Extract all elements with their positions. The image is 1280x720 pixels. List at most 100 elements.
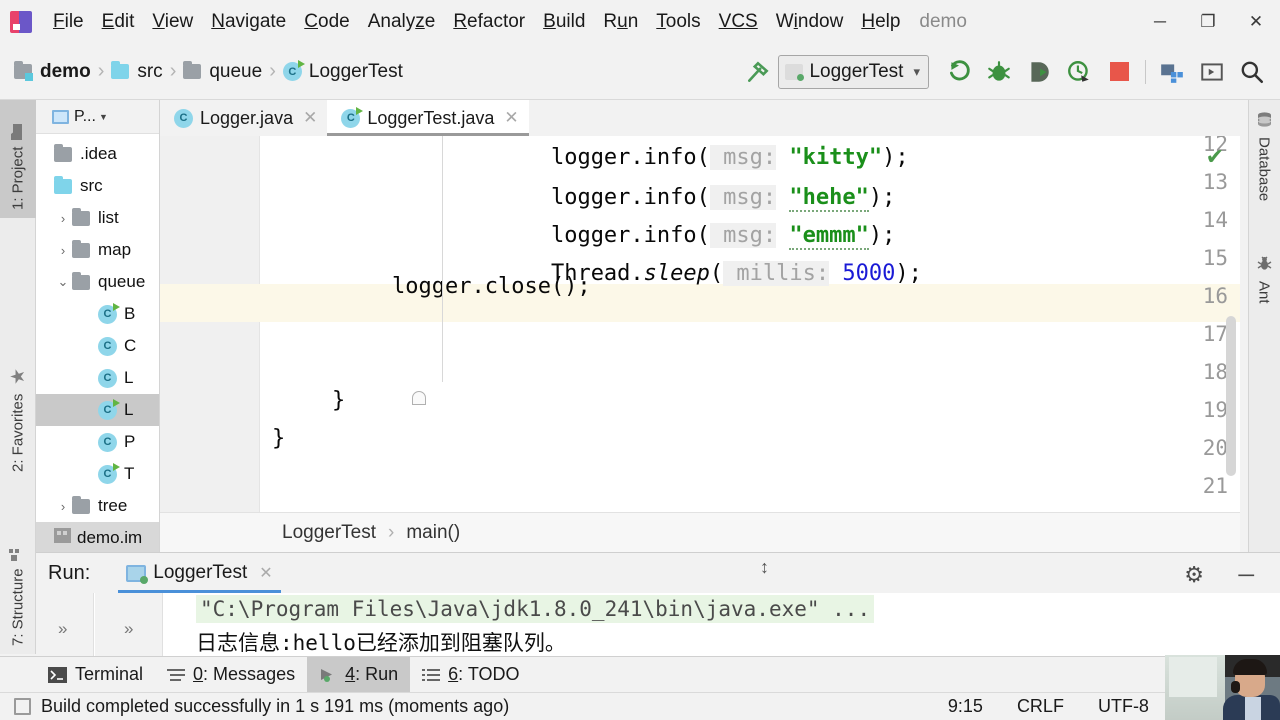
sidebar-item-database[interactable]: Database bbox=[1248, 106, 1280, 244]
show-console-icon[interactable] bbox=[1192, 52, 1232, 92]
chevron-right-icon[interactable]: › bbox=[54, 211, 72, 226]
run-tab-loggertest[interactable]: LoggerTest ✕ bbox=[118, 553, 282, 593]
tree-node-src[interactable]: › src bbox=[36, 170, 159, 202]
sidebar-item-structure[interactable]: 7: Structure bbox=[0, 508, 36, 654]
debug-icon[interactable] bbox=[979, 52, 1019, 92]
tab-logger-java[interactable]: C Logger.java ✕ bbox=[160, 100, 327, 136]
inspection-status-icon[interactable]: ✔ bbox=[1206, 144, 1224, 170]
file-encoding[interactable]: UTF-8 bbox=[1098, 696, 1149, 717]
run-panel-header: Run: LoggerTest ✕ ↕ ⚙ ─ bbox=[36, 553, 1280, 593]
tree-node-idea[interactable]: › .idea bbox=[36, 138, 159, 170]
menu-tools[interactable]: Tools bbox=[647, 9, 709, 35]
menu-bar: File Edit View Navigate Code Analyze Ref… bbox=[0, 0, 1280, 44]
chevron-right-icon[interactable]: › bbox=[54, 499, 72, 514]
sidebar-item-project[interactable]: 1: Project bbox=[0, 100, 36, 218]
toolwindow-todo[interactable]: 6: TODO bbox=[410, 657, 531, 693]
tree-node-class-loggertest[interactable]: C L bbox=[36, 394, 159, 426]
sidebar-item-favorites[interactable]: 2: Favorites ★ bbox=[0, 332, 36, 480]
tab-loggertest-java[interactable]: C LoggerTest.java ✕ bbox=[327, 100, 530, 136]
breadcrumb-class[interactable]: LoggerTest bbox=[282, 522, 376, 544]
code-line-20: } bbox=[160, 422, 1240, 460]
tree-node-class-t[interactable]: C T bbox=[36, 458, 159, 490]
window-project-name: demo bbox=[919, 11, 967, 32]
menu-analyze[interactable]: Analyze bbox=[359, 9, 445, 35]
tree-node-class-logger[interactable]: C L bbox=[36, 362, 159, 394]
project-panel-header[interactable]: P... ▼ bbox=[36, 100, 159, 134]
code-fold-marker[interactable] bbox=[412, 391, 426, 405]
close-icon[interactable]: ✕ bbox=[303, 108, 317, 128]
tree-node-queue[interactable]: ⌄ queue bbox=[36, 266, 159, 298]
close-icon[interactable]: ✕ bbox=[504, 108, 518, 128]
close-button[interactable]: ✕ bbox=[1232, 0, 1280, 44]
run-configuration-selector[interactable]: LoggerTest ▾ bbox=[778, 54, 929, 89]
chevron-down-icon: ▾ bbox=[913, 63, 920, 79]
breadcrumb-item-loggertest[interactable]: C LoggerTest bbox=[282, 60, 403, 83]
code-line-19: } bbox=[160, 384, 1240, 422]
toolwindow-terminal[interactable]: Terminal bbox=[36, 657, 155, 693]
ide-window: File Edit View Navigate Code Analyze Ref… bbox=[0, 0, 1280, 720]
folder-project-icon bbox=[14, 61, 33, 81]
editor-scrollbar[interactable] bbox=[1226, 316, 1236, 476]
menu-refactor[interactable]: Refactor bbox=[444, 9, 534, 35]
run-tool-window: Run: LoggerTest ✕ ↕ ⚙ ─ » » "C:\Program … bbox=[36, 552, 1280, 657]
chevron-right-icon[interactable]: › bbox=[54, 243, 72, 258]
run-icon[interactable] bbox=[939, 52, 979, 92]
right-tool-stripe: Database Ant bbox=[1248, 100, 1280, 560]
tree-node-list[interactable]: › list bbox=[36, 202, 159, 234]
breadcrumb-item-demo[interactable]: demo bbox=[14, 61, 91, 83]
tree-node-label: tree bbox=[98, 496, 128, 515]
expand-chevron-icon[interactable]: » bbox=[124, 619, 133, 639]
search-everywhere-icon[interactable] bbox=[1232, 52, 1272, 92]
run-with-coverage-icon[interactable] bbox=[1019, 52, 1059, 92]
close-icon[interactable]: ✕ bbox=[259, 563, 272, 583]
menu-help[interactable]: Help bbox=[852, 9, 909, 35]
toolwindow-messages[interactable]: 0: Messages bbox=[155, 657, 307, 693]
chevron-down-icon[interactable]: ▼ bbox=[99, 112, 108, 122]
panel-resize-handle[interactable]: ↕ bbox=[760, 557, 769, 578]
tree-node-map[interactable]: › map bbox=[36, 234, 159, 266]
breadcrumb-item-src[interactable]: src bbox=[111, 61, 163, 83]
menu-edit[interactable]: Edit bbox=[93, 9, 144, 35]
menu-code[interactable]: Code bbox=[295, 9, 358, 35]
code-text-layer: logger.info( msg: "kitty"); logger.info(… bbox=[160, 136, 1240, 560]
breadcrumb-method[interactable]: main() bbox=[406, 522, 460, 544]
minimize-button[interactable]: ─ bbox=[1136, 0, 1184, 44]
tree-node-class-p[interactable]: C P bbox=[36, 426, 159, 458]
module-file-icon bbox=[54, 528, 71, 548]
tree-node-class-b[interactable]: C B bbox=[36, 298, 159, 330]
sidebar-item-ant[interactable]: Ant bbox=[1248, 250, 1280, 326]
navigation-bar: demo › src › queue › C LoggerTest Logger… bbox=[0, 44, 1280, 100]
menu-file[interactable]: File bbox=[44, 9, 93, 35]
chevron-down-icon[interactable]: ⌄ bbox=[54, 274, 72, 290]
build-status-icon[interactable] bbox=[14, 698, 31, 715]
breadcrumb-item-queue[interactable]: queue bbox=[183, 61, 262, 83]
gear-icon[interactable]: ⚙ bbox=[1184, 562, 1204, 588]
folder-package-icon bbox=[72, 495, 90, 514]
left-tool-stripe: 1: Project 2: Favorites ★ 7: Structure bbox=[0, 100, 36, 654]
menu-view[interactable]: View bbox=[143, 9, 202, 35]
menu-vcs[interactable]: VCS bbox=[710, 9, 767, 35]
java-class-icon: C bbox=[98, 368, 117, 388]
toolwindow-run[interactable]: 4: Run bbox=[307, 656, 411, 693]
tree-node-class-c[interactable]: C C bbox=[36, 330, 159, 362]
menu-window[interactable]: Window bbox=[767, 9, 853, 35]
profile-icon[interactable] bbox=[1059, 52, 1099, 92]
folder-source-icon bbox=[111, 61, 130, 79]
line-separator[interactable]: CRLF bbox=[1017, 696, 1064, 717]
menu-run[interactable]: Run bbox=[594, 9, 647, 35]
menu-build[interactable]: Build bbox=[534, 9, 594, 35]
editor-breadcrumb: LoggerTest › main() bbox=[160, 512, 1240, 552]
maximize-button[interactable]: ❐ bbox=[1184, 0, 1232, 44]
stop-icon[interactable] bbox=[1099, 52, 1139, 92]
run-console[interactable]: » » "C:\Program Files\Java\jdk1.8.0_241\… bbox=[36, 593, 1280, 657]
expand-chevron-icon[interactable]: » bbox=[58, 619, 67, 639]
code-editor[interactable]: 12 13 14 15 16 17 18 19 20 21 logger.inf… bbox=[160, 136, 1240, 560]
caret-position[interactable]: 9:15 bbox=[948, 696, 983, 717]
minimize-icon[interactable]: ─ bbox=[1238, 562, 1254, 588]
tree-node-demo-iml[interactable]: › demo.im bbox=[36, 522, 159, 554]
menu-navigate[interactable]: Navigate bbox=[202, 9, 295, 35]
build-hammer-icon[interactable] bbox=[738, 52, 778, 92]
java-class-icon: C bbox=[98, 336, 117, 356]
tree-node-tree[interactable]: › tree bbox=[36, 490, 159, 522]
update-project-icon[interactable] bbox=[1152, 52, 1192, 92]
